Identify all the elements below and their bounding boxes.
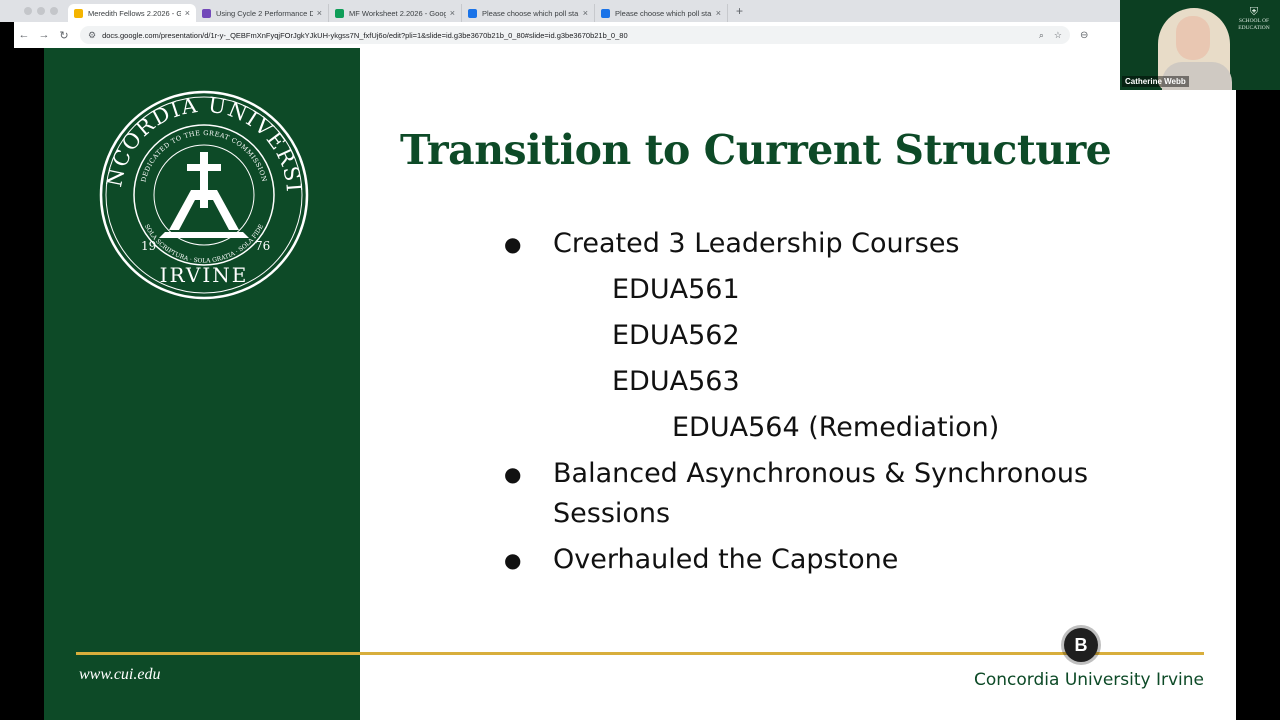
site-info-icon[interactable]: ⚙ <box>88 30 96 41</box>
extensions-icon[interactable]: ⊖ <box>1080 30 1088 41</box>
slide-green-panel: CONCORDIA UNIVERSITY DEDICATED TO THE GR… <box>44 48 360 720</box>
bullet-text: Overhauled the Capstone <box>553 544 899 575</box>
participant-face <box>1176 16 1210 60</box>
address-bar[interactable]: ⚙ docs.google.com/presentation/d/1r-y-_Q… <box>80 26 1070 44</box>
bullet-dot-icon: ● <box>504 548 522 572</box>
forward-icon[interactable]: → <box>34 29 54 41</box>
tab-favicon-icon <box>468 8 477 18</box>
close-window-icon[interactable] <box>24 7 32 15</box>
browser-tab[interactable]: Please choose which poll sta × <box>595 4 728 22</box>
participant-name: Catherine Webb <box>1122 76 1189 87</box>
bullet-item: ● Balanced Asynchronous & Synchronous Ses… <box>504 454 1204 534</box>
school-of-education-logo: ⛨ SCHOOL OF EDUCATION <box>1234 6 1274 31</box>
tab-close-icon[interactable]: × <box>450 8 455 18</box>
bullet-text: Created 3 Leadership Courses <box>553 228 960 259</box>
participant-video[interactable]: ⛨ SCHOOL OF EDUCATION Catherine Webb <box>1120 0 1280 90</box>
sub-bullet-item: EDUA561 <box>504 270 1204 310</box>
slide: CONCORDIA UNIVERSITY DEDICATED TO THE GR… <box>44 48 1236 720</box>
bullet-text: Balanced Asynchronous & Synchronous Sess… <box>553 458 1089 529</box>
svg-text:IRVINE: IRVINE <box>160 263 249 287</box>
university-seal-logo: CONCORDIA UNIVERSITY DEDICATED TO THE GR… <box>99 90 309 300</box>
footer-university-name: Concordia University Irvine <box>974 670 1204 690</box>
svg-text:19: 19 <box>141 239 156 253</box>
gold-divider <box>76 652 1204 655</box>
url-text: docs.google.com/presentation/d/1r-y-_QEB… <box>102 30 628 40</box>
browser-tab[interactable]: Meredith Fellows 2.2026 - Google × <box>68 4 196 22</box>
tab-favicon-icon <box>74 8 83 18</box>
tab-title: Meredith Fellows 2.2026 - Google <box>88 8 181 18</box>
tab-title: Using Cycle 2 Performance D <box>216 8 313 18</box>
tab-close-icon[interactable]: × <box>185 8 190 18</box>
svg-text:76: 76 <box>255 239 270 253</box>
tab-close-icon[interactable]: × <box>716 8 721 18</box>
tabs: Meredith Fellows 2.2026 - Google×Using C… <box>68 0 728 22</box>
sub-bullet-item: EDUA562 <box>504 316 1204 356</box>
bullet-text: EDUA561 <box>612 274 740 305</box>
bullet-text: EDUA564 (Remediation) <box>672 412 1000 443</box>
tab-close-icon[interactable]: × <box>317 8 322 18</box>
tab-favicon-icon <box>202 8 211 18</box>
browser-tab[interactable]: Using Cycle 2 Performance D × <box>196 4 329 22</box>
tab-title: Please choose which poll sta <box>615 8 712 18</box>
bullet-list: ● Created 3 Leadership Courses EDUA561 EDUA… <box>504 224 1204 580</box>
sub-bullet-item: EDUA563 <box>504 362 1204 402</box>
tab-strip: Meredith Fellows 2.2026 - Google×Using C… <box>0 0 1120 22</box>
slide-title: Transition to Current Structure <box>400 126 1112 174</box>
minimize-window-icon[interactable] <box>37 7 45 15</box>
recorder-button[interactable]: B <box>1064 628 1098 662</box>
tab-close-icon[interactable]: × <box>583 8 588 18</box>
tab-favicon-icon <box>601 8 610 18</box>
zoom-icon[interactable]: ⌕ <box>1039 30 1044 41</box>
tab-favicon-icon <box>335 8 344 18</box>
screen: Meredith Fellows 2.2026 - Google×Using C… <box>0 0 1280 720</box>
bullet-item: ● Overhauled the Capstone <box>504 540 1204 580</box>
sub-bullet-item: EDUA564 (Remediation) <box>504 408 1204 448</box>
bullet-dot-icon: ● <box>504 462 522 486</box>
crest-icon: ⛨ <box>1249 6 1259 18</box>
tab-title: MF Worksheet 2.2026 - Goog <box>349 8 446 18</box>
browser-tab[interactable]: MF Worksheet 2.2026 - Goog × <box>329 4 462 22</box>
tab-title: Please choose which poll sta <box>482 8 579 18</box>
bookmark-star-icon[interactable]: ☆ <box>1054 30 1062 41</box>
bullet-item: ● Created 3 Leadership Courses <box>504 224 1204 264</box>
website-footer: www.cui.edu <box>79 666 161 683</box>
bullet-text: EDUA563 <box>612 366 740 397</box>
window-controls <box>0 7 68 15</box>
browser-tab[interactable]: Please choose which poll sta × <box>462 4 595 22</box>
maximize-window-icon[interactable] <box>50 7 58 15</box>
new-tab-button[interactable]: + <box>736 4 743 18</box>
reload-icon[interactable]: ↻ <box>54 29 74 42</box>
browser-toolbar: ← → ↻ ⚙ docs.google.com/presentation/d/1… <box>14 22 1120 48</box>
back-icon[interactable]: ← <box>14 29 34 41</box>
bullet-text: EDUA562 <box>612 320 740 351</box>
bullet-dot-icon: ● <box>504 232 522 256</box>
